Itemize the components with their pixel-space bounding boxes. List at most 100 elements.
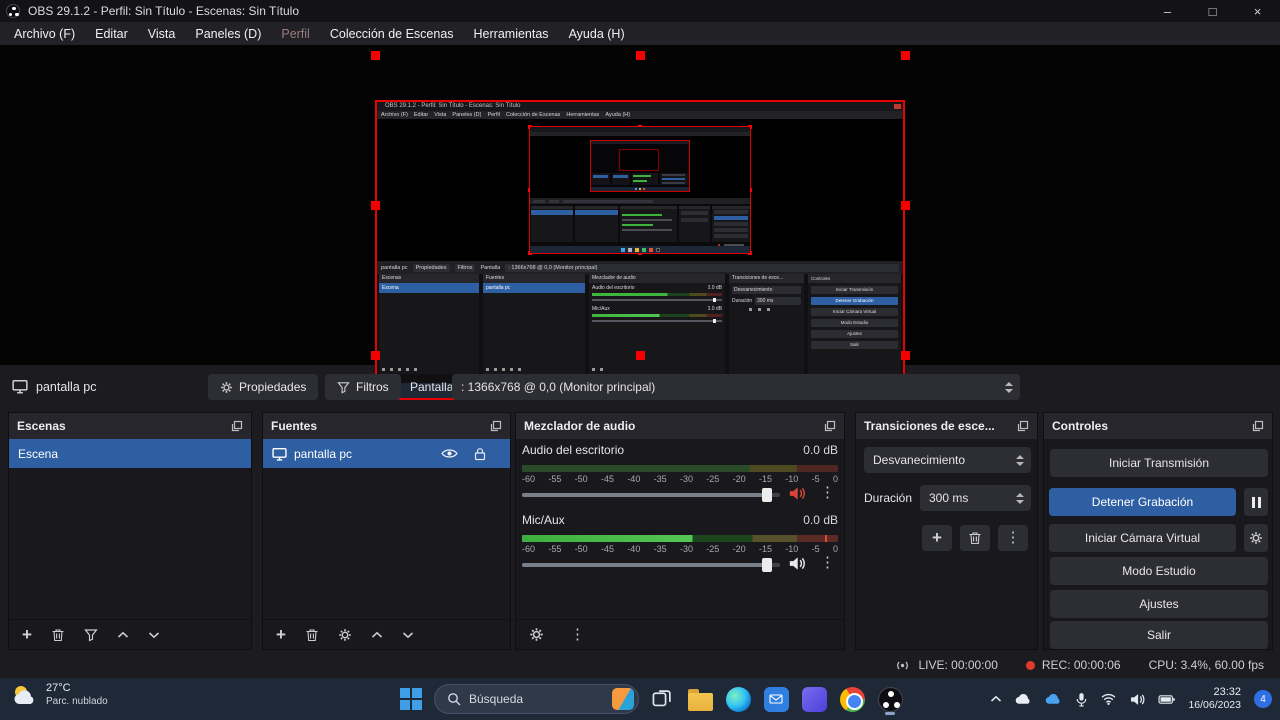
- minimize-button[interactable]: –: [1145, 0, 1190, 22]
- sources-list: pantalla pc +: [263, 439, 510, 649]
- menu-vista[interactable]: Vista: [138, 22, 186, 45]
- move-scene-down-button[interactable]: [148, 631, 160, 639]
- selection-handle[interactable]: [636, 351, 645, 360]
- scene-filters-button[interactable]: [84, 628, 98, 642]
- menu-ayuda[interactable]: Ayuda (H): [559, 22, 635, 45]
- menu-paneles[interactable]: Paneles (D): [185, 22, 271, 45]
- selection-handle[interactable]: [636, 51, 645, 60]
- settings-button[interactable]: Ajustes: [1050, 590, 1268, 618]
- mic-aux-volume-slider[interactable]: [522, 563, 780, 567]
- search-highlight-image[interactable]: [612, 688, 634, 710]
- select-arrows-icon[interactable]: [1016, 447, 1024, 473]
- selection-handle[interactable]: [371, 201, 380, 210]
- mic-aux-menu-icon[interactable]: ⋮: [820, 556, 835, 570]
- selection-handle[interactable]: [371, 51, 380, 60]
- move-source-up-button[interactable]: [371, 631, 383, 639]
- select-arrows-icon[interactable]: [1005, 374, 1013, 400]
- volume-icon[interactable]: [1129, 693, 1145, 706]
- obs-taskbar-button[interactable]: [875, 682, 905, 716]
- task-view-button[interactable]: [647, 682, 677, 716]
- studio-mode-button[interactable]: Modo Estudio: [1050, 557, 1268, 585]
- file-explorer-button[interactable]: [685, 682, 715, 716]
- mic-aux-mute-icon[interactable]: [788, 556, 805, 571]
- wifi-icon[interactable]: [1101, 693, 1116, 705]
- remove-transition-button[interactable]: [960, 525, 990, 551]
- weather-widget[interactable]: 27°C Parc. nublado: [10, 682, 108, 708]
- slider-knob[interactable]: [762, 488, 772, 502]
- virtual-camera-settings-button[interactable]: [1244, 524, 1268, 552]
- popout-dock-icon[interactable]: [231, 420, 243, 432]
- pause-recording-button[interactable]: [1244, 488, 1268, 516]
- add-source-button[interactable]: +: [276, 628, 286, 642]
- stop-recording-button[interactable]: Detener Grabación: [1049, 488, 1236, 516]
- menu-coleccion[interactable]: Colección de Escenas: [320, 22, 464, 45]
- selection-handle[interactable]: [901, 51, 910, 60]
- advanced-audio-button[interactable]: [529, 627, 544, 642]
- sources-toolbar: +: [263, 619, 510, 649]
- duration-label: Duración: [864, 491, 912, 505]
- remove-source-button[interactable]: [305, 628, 319, 642]
- chrome-button[interactable]: [837, 682, 867, 716]
- live-indicator: LIVE: 00:00:00: [894, 658, 997, 672]
- edge-button[interactable]: [723, 682, 753, 716]
- source-properties-button[interactable]: [338, 628, 352, 642]
- popout-dock-icon[interactable]: [1252, 420, 1264, 432]
- slider-knob[interactable]: [762, 558, 772, 572]
- menu-herramientas[interactable]: Herramientas: [464, 22, 559, 45]
- transition-select[interactable]: Desvanecimiento: [864, 447, 1031, 473]
- move-source-down-button[interactable]: [402, 631, 414, 639]
- mixer-toolbar: ⋮: [516, 619, 844, 649]
- popout-dock-icon[interactable]: [490, 420, 502, 432]
- desktop-audio-menu-icon[interactable]: ⋮: [820, 486, 835, 500]
- spinbox-arrows-icon[interactable]: [1016, 485, 1024, 511]
- notification-badge[interactable]: 4: [1254, 690, 1272, 708]
- start-button[interactable]: [396, 682, 426, 716]
- scene-list-item[interactable]: Escena: [9, 439, 251, 468]
- monitor-icon: [12, 379, 28, 394]
- search-box[interactable]: Búsqueda: [434, 684, 639, 714]
- taskbar-clock[interactable]: 23:32 16/06/2023: [1188, 685, 1241, 713]
- onedrive-icon[interactable]: [1015, 693, 1032, 705]
- mail-icon: [764, 687, 789, 712]
- menu-perfil[interactable]: Perfil: [271, 22, 319, 45]
- scenes-title: Escenas: [17, 419, 66, 433]
- maximize-button[interactable]: □: [1190, 0, 1235, 22]
- preview-canvas[interactable]: OBS 29.1.2 - Perfil: Sin Título - Escena…: [0, 45, 1280, 365]
- tray-chevron-icon[interactable]: [990, 695, 1002, 703]
- start-virtual-camera-button[interactable]: Iniciar Cámara Virtual: [1049, 524, 1236, 552]
- mail-button[interactable]: [761, 682, 791, 716]
- add-transition-button[interactable]: +: [922, 525, 952, 551]
- menu-archivo[interactable]: Archivo (F): [4, 22, 85, 45]
- source-name: pantalla pc: [294, 447, 352, 461]
- microphone-icon[interactable]: [1075, 692, 1088, 707]
- close-button[interactable]: ×: [1235, 0, 1280, 22]
- obs-window: OBS 29.1.2 - Perfil: Sin Título - Escena…: [0, 0, 1280, 720]
- photos-button[interactable]: [799, 682, 829, 716]
- selection-handle[interactable]: [901, 201, 910, 210]
- properties-button[interactable]: Propiedades: [208, 374, 318, 400]
- desktop-audio-volume-slider[interactable]: [522, 493, 780, 497]
- selection-handle[interactable]: [901, 351, 910, 360]
- live-time: LIVE: 00:00:00: [918, 658, 997, 672]
- move-scene-up-button[interactable]: [117, 631, 129, 639]
- remove-scene-button[interactable]: [51, 628, 65, 642]
- popout-dock-icon[interactable]: [1017, 420, 1029, 432]
- battery-icon[interactable]: [1158, 694, 1175, 705]
- desktop-audio-mute-icon[interactable]: [788, 486, 805, 501]
- selection-handle[interactable]: [371, 351, 380, 360]
- filters-button[interactable]: Filtros: [325, 374, 401, 400]
- duration-spinbox[interactable]: 300 ms: [920, 485, 1031, 511]
- exit-button[interactable]: Salir: [1050, 621, 1268, 649]
- transition-menu-button[interactable]: ⋮: [998, 525, 1028, 551]
- weather-icon: [10, 683, 38, 707]
- start-streaming-button[interactable]: Iniciar Transmisión: [1050, 449, 1268, 477]
- source-lock-icon[interactable]: [474, 447, 486, 461]
- popout-dock-icon[interactable]: [824, 420, 836, 432]
- capture-select[interactable]: : 1366x768 @ 0,0 (Monitor principal): [452, 374, 1020, 400]
- source-visibility-icon[interactable]: [441, 448, 458, 459]
- add-scene-button[interactable]: +: [22, 628, 32, 642]
- menu-editar[interactable]: Editar: [85, 22, 138, 45]
- mixer-menu-icon[interactable]: ⋮: [570, 628, 585, 642]
- cloud-sync-icon[interactable]: [1045, 693, 1062, 705]
- source-list-item[interactable]: pantalla pc: [263, 439, 510, 468]
